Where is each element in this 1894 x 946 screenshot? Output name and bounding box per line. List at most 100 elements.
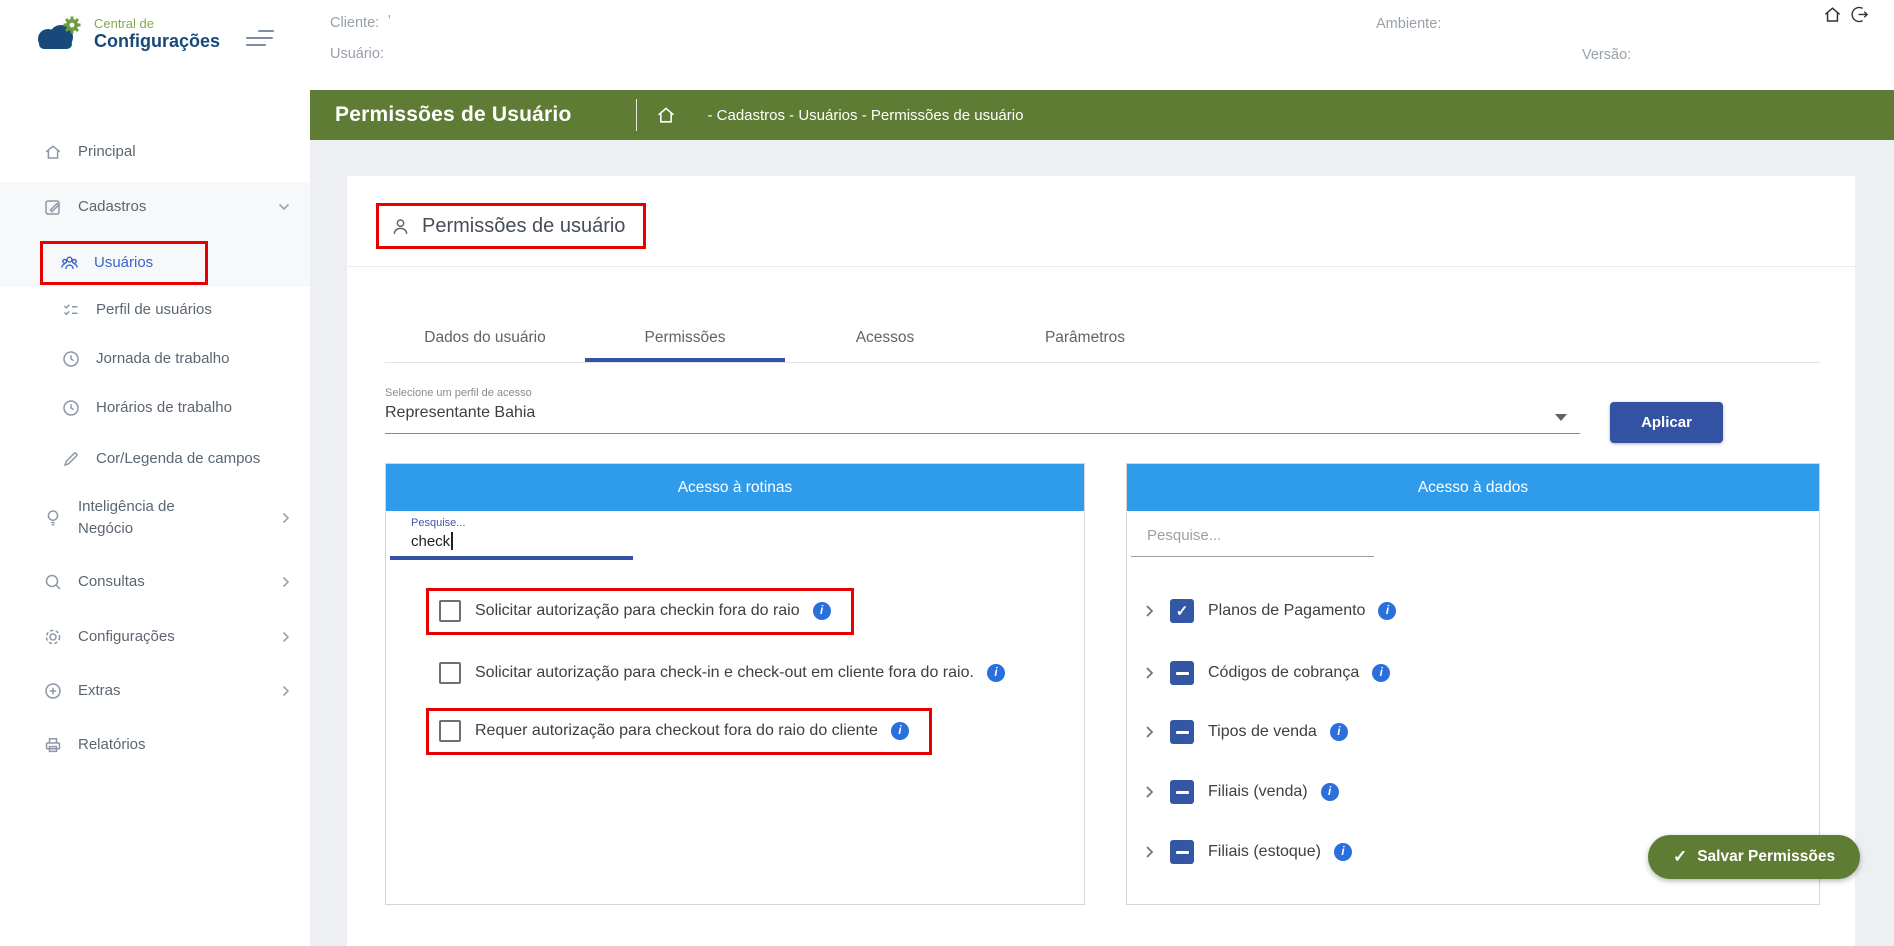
clock-icon [60,349,82,369]
cliente-value: ' [388,13,391,29]
app-window: Central de Configurações Cliente: ' Usuá… [0,0,1894,946]
permission-label: Solicitar autorização para checkin fora … [475,602,800,620]
info-icon[interactable]: i [1372,664,1390,682]
info-icon[interactable]: i [1330,723,1348,741]
header-divider [636,99,637,131]
tab-acessos[interactable]: Acessos [785,316,985,363]
top-bar: Central de Configurações Cliente: ' Usuá… [0,0,1894,90]
dropdown-arrow-icon[interactable] [1555,414,1567,421]
chevron-down-icon [278,203,290,211]
versao-label: Versão: [1582,47,1631,63]
sidebar-item-relatorios[interactable]: Relatórios [0,723,310,767]
profile-select-label: Selecione um perfil de acesso [385,387,532,399]
sidebar-item-cor-legenda-de-campos[interactable]: Cor/Legenda de campos [0,437,310,481]
breadcrumb-home-icon[interactable] [655,104,677,126]
checkbox-checked[interactable]: ✓ [1170,599,1194,623]
apply-button[interactable]: Aplicar [1610,402,1723,443]
main-content: Permissões de usuário Dados do usuário P… [310,140,1894,946]
sidebar-item-inteligencia-de-negocio[interactable]: Inteligência de Negócio [0,490,310,546]
tab-permissoes[interactable]: Permissões [585,316,785,363]
sidebar-item-jornada-de-trabalho[interactable]: Jornada de trabalho [0,337,310,381]
sidebar-item-configuracoes[interactable]: Configurações [0,615,310,659]
content-card: Permissões de usuário Dados do usuário P… [347,176,1855,946]
chevron-right-icon[interactable] [1145,725,1154,739]
page-title: Permissões de Usuário [335,103,571,127]
plus-circle-icon [42,681,64,701]
card-title: Permissões de usuário [422,215,625,238]
annotation-box: Solicitar autorização para checkin fora … [426,588,854,635]
checkbox-indeterminate[interactable] [1170,780,1194,804]
checkbox-unchecked[interactable] [439,662,461,684]
check-icon: ✓ [1673,847,1687,867]
menu-icon[interactable] [246,30,274,48]
ambiente-label: Ambiente: [1376,16,1441,32]
info-icon[interactable]: i [891,722,909,740]
sidebar-item-consultas[interactable]: Consultas [0,560,310,604]
sidebar-item-label: Relatórios [78,734,146,756]
cloud-gear-logo-icon [28,12,86,54]
permission-label: Requer autorização para checkout fora do… [475,722,878,740]
data-search-input[interactable] [1147,527,1367,544]
logout-icon[interactable] [1849,4,1870,25]
clock-icon [60,398,82,418]
edit-icon [42,197,64,217]
save-button-label: Salvar Permissões [1697,848,1835,866]
sidebar-item-extras[interactable]: Extras [0,669,310,713]
chevron-right-icon[interactable] [1145,845,1154,859]
users-icon [58,253,80,273]
sidebar-item-principal[interactable]: Principal [0,130,310,174]
chevron-right-icon[interactable] [1145,604,1154,618]
sidebar: Principal Cadastros [0,90,310,946]
home-icon[interactable] [1822,4,1843,25]
permission-row-content: Solicitar autorização para check-in e ch… [386,649,1005,697]
profile-select-underline [385,433,1580,434]
permission-row: Solicitar autorização para checkin fora … [386,587,1084,635]
gear-icon [42,627,64,647]
checkbox-indeterminate[interactable] [1170,661,1194,685]
profile-select[interactable]: Representante Bahia [385,404,535,422]
tab-dados-do-usuario[interactable]: Dados do usuário [385,316,585,363]
chevron-right-icon[interactable] [1145,785,1154,799]
data-row: Tipos de venda i [1127,708,1819,756]
data-panel-title: Acesso à dados [1127,464,1819,511]
chevron-right-icon [282,512,290,524]
checkbox-indeterminate[interactable] [1170,720,1194,744]
sidebar-item-label: Extras [78,680,121,702]
data-label: Planos de Pagamento [1208,602,1365,620]
sidebar-item-label: Inteligência de Negócio [78,496,218,540]
tab-bar: Dados do usuário Permissões Acessos Parâ… [385,316,1185,363]
info-icon[interactable]: i [987,664,1005,682]
checkbox-indeterminate[interactable] [1170,840,1194,864]
permission-row: Requer autorização para checkout fora do… [386,707,1084,755]
sidebar-item-perfil-de-usuarios[interactable]: Perfil de usuários [0,288,310,332]
info-icon[interactable]: i [813,602,831,620]
data-row: Filiais (venda) i [1127,768,1819,816]
data-label: Filiais (estoque) [1208,843,1321,861]
text-caret [451,532,453,550]
logo-line2: Configurações [94,31,220,51]
sidebar-item-label: Cor/Legenda de campos [96,448,260,470]
routines-search-input[interactable]: check [411,532,453,550]
info-icon[interactable]: i [1321,783,1339,801]
save-permissions-button[interactable]: ✓ Salvar Permissões [1648,835,1860,879]
person-icon [391,217,410,236]
data-row: Códigos de cobrança i [1127,649,1819,697]
info-icon[interactable]: i [1378,602,1396,620]
sidebar-item-horarios-de-trabalho[interactable]: Horários de trabalho [0,386,310,430]
tab-parametros[interactable]: Parâmetros [985,316,1185,363]
chevron-right-icon [282,631,290,643]
routines-search-underline [390,556,633,560]
info-icon[interactable]: i [1334,843,1352,861]
routines-search-value: check [411,533,450,550]
permission-row: Solicitar autorização para check-in e ch… [386,649,1084,697]
sidebar-item-usuarios[interactable]: Usuários [40,241,208,285]
checkbox-unchecked[interactable] [439,600,461,622]
permission-label: Solicitar autorização para check-in e ch… [475,664,974,682]
lightbulb-icon [42,508,64,528]
sidebar-item-cadastros[interactable]: Cadastros [0,185,310,229]
annotation-box: Requer autorização para checkout fora do… [426,708,932,755]
checkbox-unchecked[interactable] [439,720,461,742]
checklist-icon [60,300,82,320]
usuario-label: Usuário: [330,46,384,62]
chevron-right-icon[interactable] [1145,666,1154,680]
